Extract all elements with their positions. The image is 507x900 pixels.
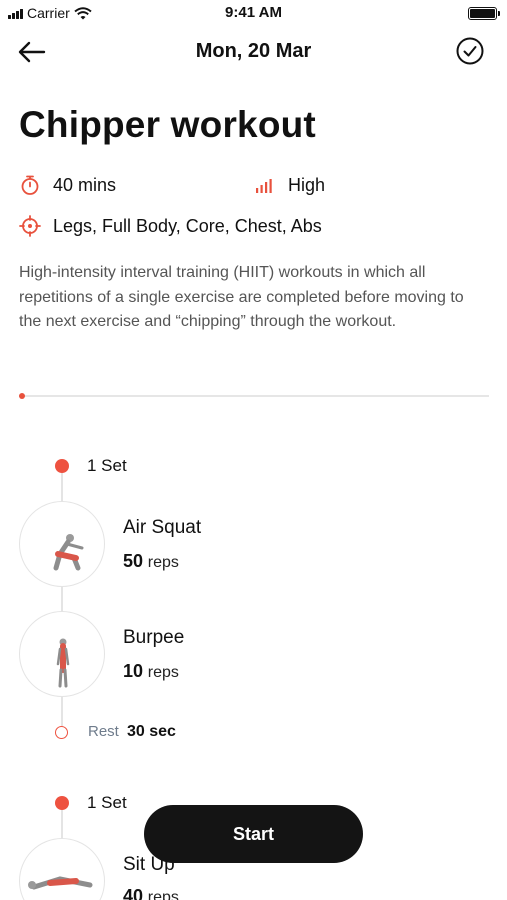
reps-count: 40 — [123, 886, 144, 900]
reps-count: 10 — [123, 661, 144, 681]
nav-bar: Mon, 20 Mar — [0, 28, 507, 76]
squat-figure-icon — [53, 534, 84, 571]
stopwatch-icon — [21, 175, 39, 195]
timeline-line — [61, 586, 63, 614]
progress-track — [19, 395, 489, 397]
target-icon — [19, 215, 41, 237]
sit-up-figure-icon — [28, 876, 93, 890]
status-bar: Carrier 9:41 AM — [0, 0, 507, 26]
duration-value: 40 mins — [53, 174, 117, 195]
check-circle-icon[interactable] — [455, 36, 485, 66]
exercise-name: Air Squat — [123, 517, 202, 538]
exercise-name: Burpee — [123, 627, 185, 648]
workout-progress — [19, 393, 489, 399]
intensity-row: High — [254, 174, 325, 196]
targets-value: Legs, Full Body, Core, Chest, Abs — [53, 215, 322, 236]
nav-title: Mon, 20 Mar — [195, 40, 312, 62]
air-squat-thumbnail[interactable] — [19, 501, 105, 587]
battery-icon — [468, 7, 500, 20]
status-time: 9:41 AM — [225, 4, 282, 21]
workout-description: High-intensity interval training (HIIT) … — [19, 264, 464, 330]
intensity-value: High — [288, 174, 326, 195]
timeline-line — [61, 810, 63, 840]
reps-unit: reps — [147, 554, 179, 571]
exercise-reps: 40 reps — [123, 886, 179, 900]
reps-unit: reps — [147, 664, 179, 681]
exercise-reps: 10 reps — [123, 661, 179, 682]
start-button[interactable]: Start — [144, 805, 363, 863]
intensity-bars-icon — [256, 179, 272, 193]
sit-up-thumbnail[interactable] — [19, 838, 105, 900]
set-marker — [55, 459, 69, 473]
exercise-reps: 50 reps — [123, 551, 179, 572]
reps-unit: reps — [147, 889, 179, 900]
set-label: 1 Set — [87, 456, 127, 475]
set-label: 1 Set — [87, 793, 127, 812]
set-marker — [55, 796, 69, 810]
burpee-figure-icon — [56, 638, 70, 688]
targets-row: Legs, Full Body, Core, Chest, Abs — [19, 215, 322, 237]
rest-row: Rest 30 sec — [88, 723, 176, 741]
progress-indicator — [19, 393, 25, 399]
burpee-thumbnail[interactable] — [19, 611, 105, 697]
rest-marker — [55, 726, 68, 739]
rest-duration: 30 sec — [127, 723, 176, 740]
reps-count: 50 — [123, 551, 144, 571]
page-title: Chipper workout — [19, 104, 316, 145]
timeline-line — [61, 696, 63, 726]
rest-label: Rest — [88, 723, 119, 740]
duration-row: 40 mins — [19, 174, 116, 196]
